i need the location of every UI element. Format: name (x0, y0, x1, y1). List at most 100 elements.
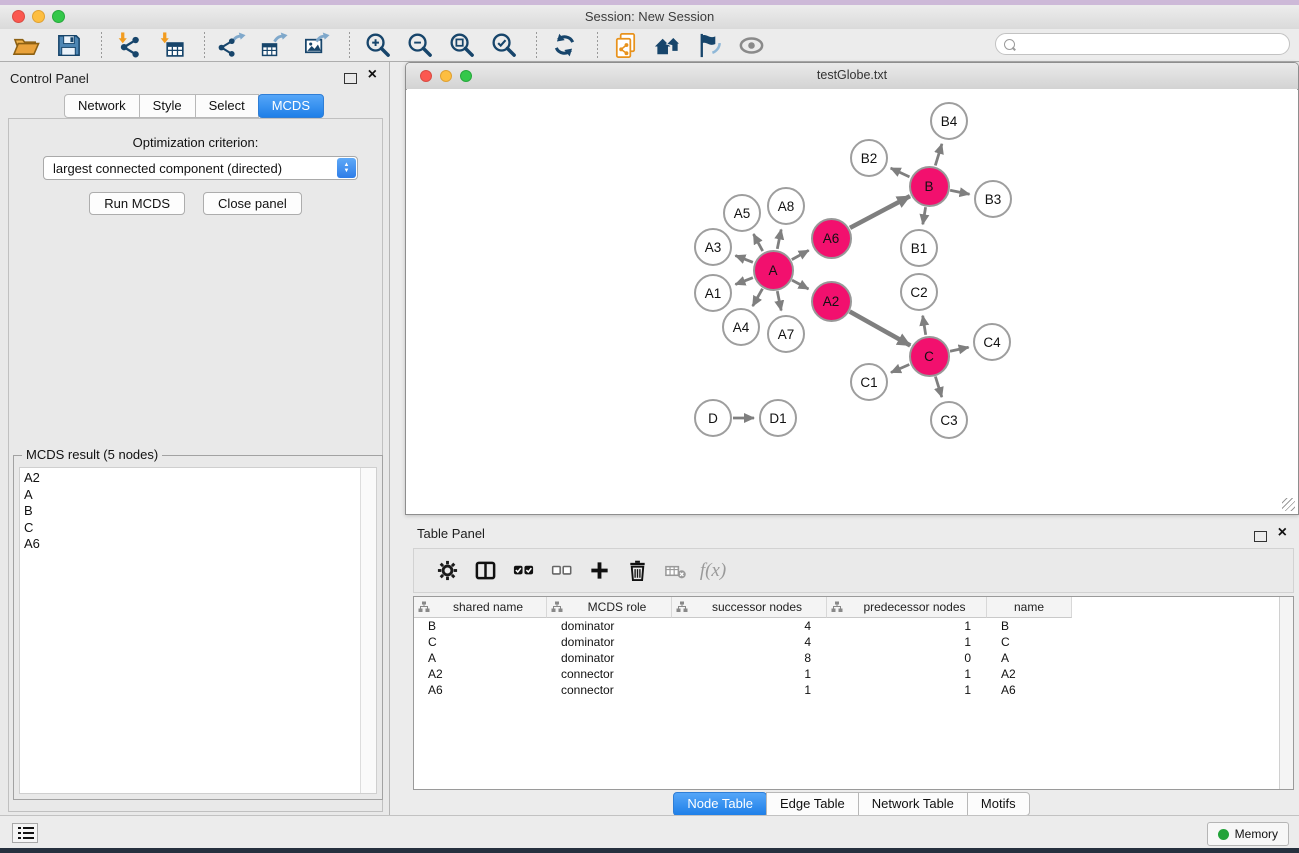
resize-grip[interactable] (1282, 498, 1295, 511)
table-row[interactable]: A6connector11A6 (414, 682, 1293, 698)
graph-edge[interactable] (792, 280, 809, 289)
save-session-icon[interactable] (50, 30, 86, 60)
import-network-icon[interactable] (111, 30, 147, 60)
tab-mcds[interactable]: MCDS (258, 94, 324, 118)
table-settings-icon[interactable] (432, 558, 462, 584)
table-cell[interactable]: A (414, 650, 547, 666)
graph-edge[interactable] (735, 278, 753, 285)
column-header-successor-nodes[interactable]: successor nodes (672, 597, 827, 618)
export-image-icon[interactable] (298, 30, 334, 60)
tab-motifs[interactable]: Motifs (967, 792, 1030, 816)
close-panel-icon[interactable]: × (368, 65, 377, 85)
task-history-button[interactable] (12, 823, 38, 843)
table-row[interactable]: Adominator80A (414, 650, 1293, 666)
float-panel-icon[interactable] (344, 73, 357, 84)
column-header-mcds-role[interactable]: MCDS role (547, 597, 672, 618)
graph-edge[interactable] (754, 234, 763, 251)
search-box[interactable] (995, 33, 1290, 55)
graph-edge[interactable] (735, 256, 753, 263)
split-columns-icon[interactable] (470, 558, 500, 584)
graph-node-c4[interactable]: C4 (973, 323, 1011, 361)
graph-edge[interactable] (850, 196, 910, 228)
table-cell[interactable]: A6 (414, 682, 547, 698)
zoom-fit-icon[interactable] (443, 30, 479, 60)
table-cell[interactable]: A2 (987, 666, 1072, 682)
graph-edge[interactable] (950, 190, 969, 194)
graph-node-a8[interactable]: A8 (767, 187, 805, 225)
table-cell[interactable]: 0 (827, 650, 987, 666)
graph-node-b4[interactable]: B4 (930, 102, 968, 140)
table-cell[interactable]: dominator (547, 650, 672, 666)
graph-edge[interactable] (950, 347, 969, 351)
graph-node-d[interactable]: D (694, 399, 732, 437)
refresh-icon[interactable] (546, 30, 582, 60)
float-table-panel-icon[interactable] (1254, 531, 1267, 542)
search-input[interactable] (1021, 36, 1289, 52)
graph-node-b2[interactable]: B2 (850, 139, 888, 177)
graph-edge[interactable] (850, 312, 911, 346)
graph-node-a7[interactable]: A7 (767, 315, 805, 353)
mcds-result-item[interactable]: A6 (24, 536, 361, 553)
zoom-selected-icon[interactable] (485, 30, 521, 60)
mcds-list-scrollbar[interactable] (360, 468, 376, 793)
graph-edge[interactable] (753, 289, 763, 306)
tab-edge-table[interactable]: Edge Table (766, 792, 859, 816)
network-canvas[interactable]: B4B2BB3A5A8A6A3B1AA1C2A2A4A7CC4C1DD1C3 (407, 89, 1297, 513)
graph-node-c1[interactable]: C1 (850, 363, 888, 401)
export-network-icon[interactable] (214, 30, 250, 60)
network-window-titlebar[interactable]: testGlobe.txt (406, 63, 1298, 90)
mcds-result-item[interactable]: A (24, 487, 361, 504)
graph-node-b1[interactable]: B1 (900, 229, 938, 267)
graph-node-a5[interactable]: A5 (723, 194, 761, 232)
graph-edge[interactable] (777, 291, 781, 310)
column-header-shared-name[interactable]: shared name (414, 597, 547, 618)
table-cell[interactable]: 1 (827, 618, 987, 634)
close-panel-button[interactable]: Close panel (203, 192, 302, 215)
table-cell[interactable]: A2 (414, 666, 547, 682)
tab-network-table[interactable]: Network Table (858, 792, 968, 816)
graph-node-a3[interactable]: A3 (694, 228, 732, 266)
table-cell[interactable]: B (987, 618, 1072, 634)
tab-network[interactable]: Network (64, 94, 140, 118)
table-cell[interactable]: B (414, 618, 547, 634)
table-cell[interactable]: 8 (672, 650, 827, 666)
app-titlebar[interactable]: Session: New Session (0, 5, 1299, 30)
table-row[interactable]: Cdominator41C (414, 634, 1293, 650)
deselect-all-columns-icon[interactable] (546, 558, 576, 584)
graph-node-a6[interactable]: A6 (811, 218, 852, 259)
add-column-icon[interactable] (584, 558, 614, 584)
table-cell[interactable]: 1 (672, 682, 827, 698)
memory-button[interactable]: Memory (1207, 822, 1289, 846)
table-cell[interactable]: C (987, 634, 1072, 650)
graph-node-c2[interactable]: C2 (900, 273, 938, 311)
table-cell[interactable]: A6 (987, 682, 1072, 698)
delete-column-icon[interactable] (622, 558, 652, 584)
table-cell[interactable]: 1 (827, 666, 987, 682)
table-cell[interactable]: connector (547, 666, 672, 682)
toggle-details-icon[interactable] (691, 30, 727, 60)
column-header-name[interactable]: name (987, 597, 1072, 618)
run-mcds-button[interactable]: Run MCDS (89, 192, 185, 215)
table-cell[interactable]: A (987, 650, 1072, 666)
open-file-icon[interactable] (8, 30, 44, 60)
tab-select[interactable]: Select (195, 94, 259, 118)
import-table-icon[interactable] (153, 30, 189, 60)
criterion-dropdown[interactable]: largest connected component (directed) ▲… (43, 156, 358, 180)
graph-node-a1[interactable]: A1 (694, 274, 732, 312)
mcds-result-item[interactable]: C (24, 520, 361, 537)
graph-node-b[interactable]: B (909, 166, 950, 207)
table-cell[interactable]: dominator (547, 618, 672, 634)
graph-edge[interactable] (891, 168, 910, 177)
zoom-out-icon[interactable] (401, 30, 437, 60)
graph-node-a2[interactable]: A2 (811, 281, 852, 322)
table-row[interactable]: Bdominator41B (414, 618, 1293, 634)
graph-edge[interactable] (935, 377, 941, 398)
table-cell[interactable]: 4 (672, 618, 827, 634)
close-table-panel-icon[interactable]: × (1278, 523, 1287, 543)
graph-node-a[interactable]: A (753, 250, 794, 291)
mcds-result-item[interactable]: A2 (24, 470, 361, 487)
table-row[interactable]: A2connector11A2 (414, 666, 1293, 682)
graph-edge[interactable] (935, 144, 942, 166)
zoom-in-icon[interactable] (359, 30, 395, 60)
export-table-icon[interactable] (256, 30, 292, 60)
